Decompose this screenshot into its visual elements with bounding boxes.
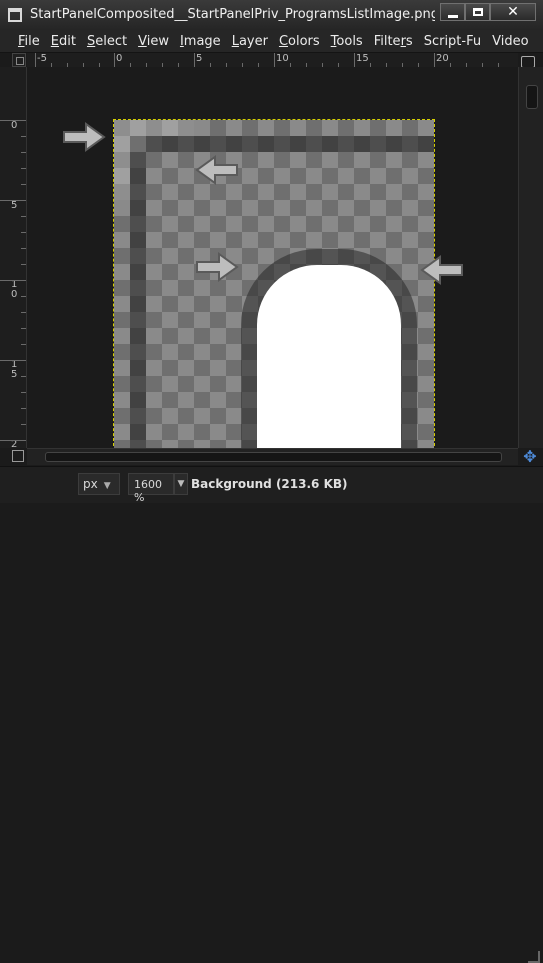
ruler-tick	[0, 200, 26, 201]
close-button[interactable]: ✕	[490, 3, 536, 21]
panel-left-edge	[130, 152, 146, 448]
menu-view[interactable]: View	[138, 34, 169, 49]
ruler-tick	[274, 53, 275, 67]
vertical-scrollbar[interactable]	[518, 67, 543, 448]
ruler-minor-tick	[21, 328, 26, 329]
menu-video[interactable]: Video	[492, 34, 528, 49]
white-rounded-shape	[257, 265, 401, 448]
ruler-label: 5	[196, 53, 203, 64]
zoom-input[interactable]: 1600 %	[128, 473, 174, 504]
arrow-left-icon	[420, 255, 463, 285]
menu-bar: File Edit Select View Image Layer Colors…	[0, 30, 543, 53]
ruler-label: -5	[37, 53, 47, 64]
window-title: StartPanelComposited__StartPanelPriv_Pro…	[30, 7, 435, 22]
menu-colors[interactable]: Colors	[279, 34, 320, 49]
vertical-scroll-thumb[interactable]	[526, 85, 538, 109]
ruler-tick	[0, 120, 26, 121]
horizontal-ruler[interactable]: -5 0 5 10 15 20	[27, 53, 518, 68]
dropdown-arrow-icon: ▼	[103, 481, 111, 491]
ruler-tick	[194, 53, 195, 67]
ruler-minor-tick	[21, 232, 26, 233]
navigate-button[interactable]: ✥	[521, 449, 539, 465]
ruler-minor-tick	[21, 152, 26, 153]
ruler-tick	[35, 53, 36, 67]
ruler-tick	[114, 53, 115, 67]
arrow-right-icon	[196, 252, 239, 282]
resize-grip-icon[interactable]	[528, 951, 540, 963]
ruler-minor-tick	[21, 264, 26, 265]
title-bar: StartPanelComposited__StartPanelPriv_Pro…	[0, 0, 543, 31]
ruler-label: 0	[116, 53, 123, 64]
menu-arrow-icon	[16, 57, 24, 65]
ruler-minor-tick	[21, 376, 26, 377]
menu-image[interactable]: Image	[180, 34, 221, 49]
ruler-tick	[0, 280, 26, 281]
unit-value: px	[83, 477, 98, 491]
horizontal-scrollbar[interactable]	[27, 448, 518, 465]
ruler-minor-tick	[21, 216, 26, 217]
quick-mask-toggle-button[interactable]	[12, 450, 24, 462]
dropdown-arrow-icon: ▼	[177, 479, 185, 489]
ruler-tick	[0, 360, 26, 361]
ruler-minor-tick	[21, 344, 26, 345]
vertical-ruler[interactable]: 0 5 10 15 2	[0, 67, 27, 448]
ruler-minor-tick	[21, 392, 26, 393]
ruler-minor-tick	[21, 184, 26, 185]
navigate-icon: ✥	[523, 447, 537, 466]
ruler-tick	[354, 53, 355, 67]
ruler-minor-tick	[21, 312, 26, 313]
ruler-label: 5	[11, 200, 18, 211]
ruler-minor-tick	[21, 168, 26, 169]
zoom-dropdown-button[interactable]: ▼	[174, 473, 188, 495]
menu-script-fu[interactable]: Script-Fu	[424, 34, 481, 49]
corner-highlight	[114, 136, 130, 200]
ruler-corner[interactable]	[12, 53, 26, 67]
menu-select[interactable]: Select	[87, 34, 127, 49]
close-icon: ✕	[507, 4, 519, 20]
ruler-label: 0	[11, 120, 18, 131]
ruler-tick	[434, 53, 435, 67]
menu-tools[interactable]: Tools	[331, 34, 363, 49]
menu-filters[interactable]: Filters	[374, 34, 413, 49]
ruler-tick	[0, 440, 26, 441]
maximize-button[interactable]	[465, 3, 490, 21]
arrow-right-icon	[63, 122, 106, 152]
ruler-minor-tick	[21, 408, 26, 409]
image-canvas[interactable]	[27, 67, 518, 448]
panel-top-edge	[146, 136, 434, 152]
ruler-label: 10	[276, 53, 289, 64]
arrow-left-icon	[195, 155, 238, 185]
menu-edit[interactable]: Edit	[51, 34, 76, 49]
corner-highlight	[114, 120, 194, 136]
horizontal-scroll-thumb[interactable]	[45, 452, 502, 462]
ruler-minor-tick	[21, 136, 26, 137]
unit-dropdown[interactable]: px ▼	[78, 473, 120, 495]
ruler-label: 20	[436, 53, 449, 64]
ruler-label: 15	[11, 359, 18, 380]
ruler-minor-tick	[21, 248, 26, 249]
minimize-icon	[447, 14, 458, 18]
ruler-minor-tick	[21, 296, 26, 297]
layer-status-text: Background (213.6 KB)	[191, 477, 348, 491]
ruler-label: 15	[356, 53, 369, 64]
ruler-label: 10	[11, 279, 18, 300]
menu-layer[interactable]: Layer	[232, 34, 268, 49]
menu-file[interactable]: File	[18, 34, 40, 49]
image-layer[interactable]	[113, 119, 435, 448]
minimize-button[interactable]	[440, 3, 465, 21]
window-icon[interactable]	[8, 8, 22, 22]
ruler-minor-tick	[21, 424, 26, 425]
maximize-icon	[472, 8, 483, 16]
status-bar: px ▼ 1600 % ▼ Background (213.6 KB)	[0, 466, 543, 963]
